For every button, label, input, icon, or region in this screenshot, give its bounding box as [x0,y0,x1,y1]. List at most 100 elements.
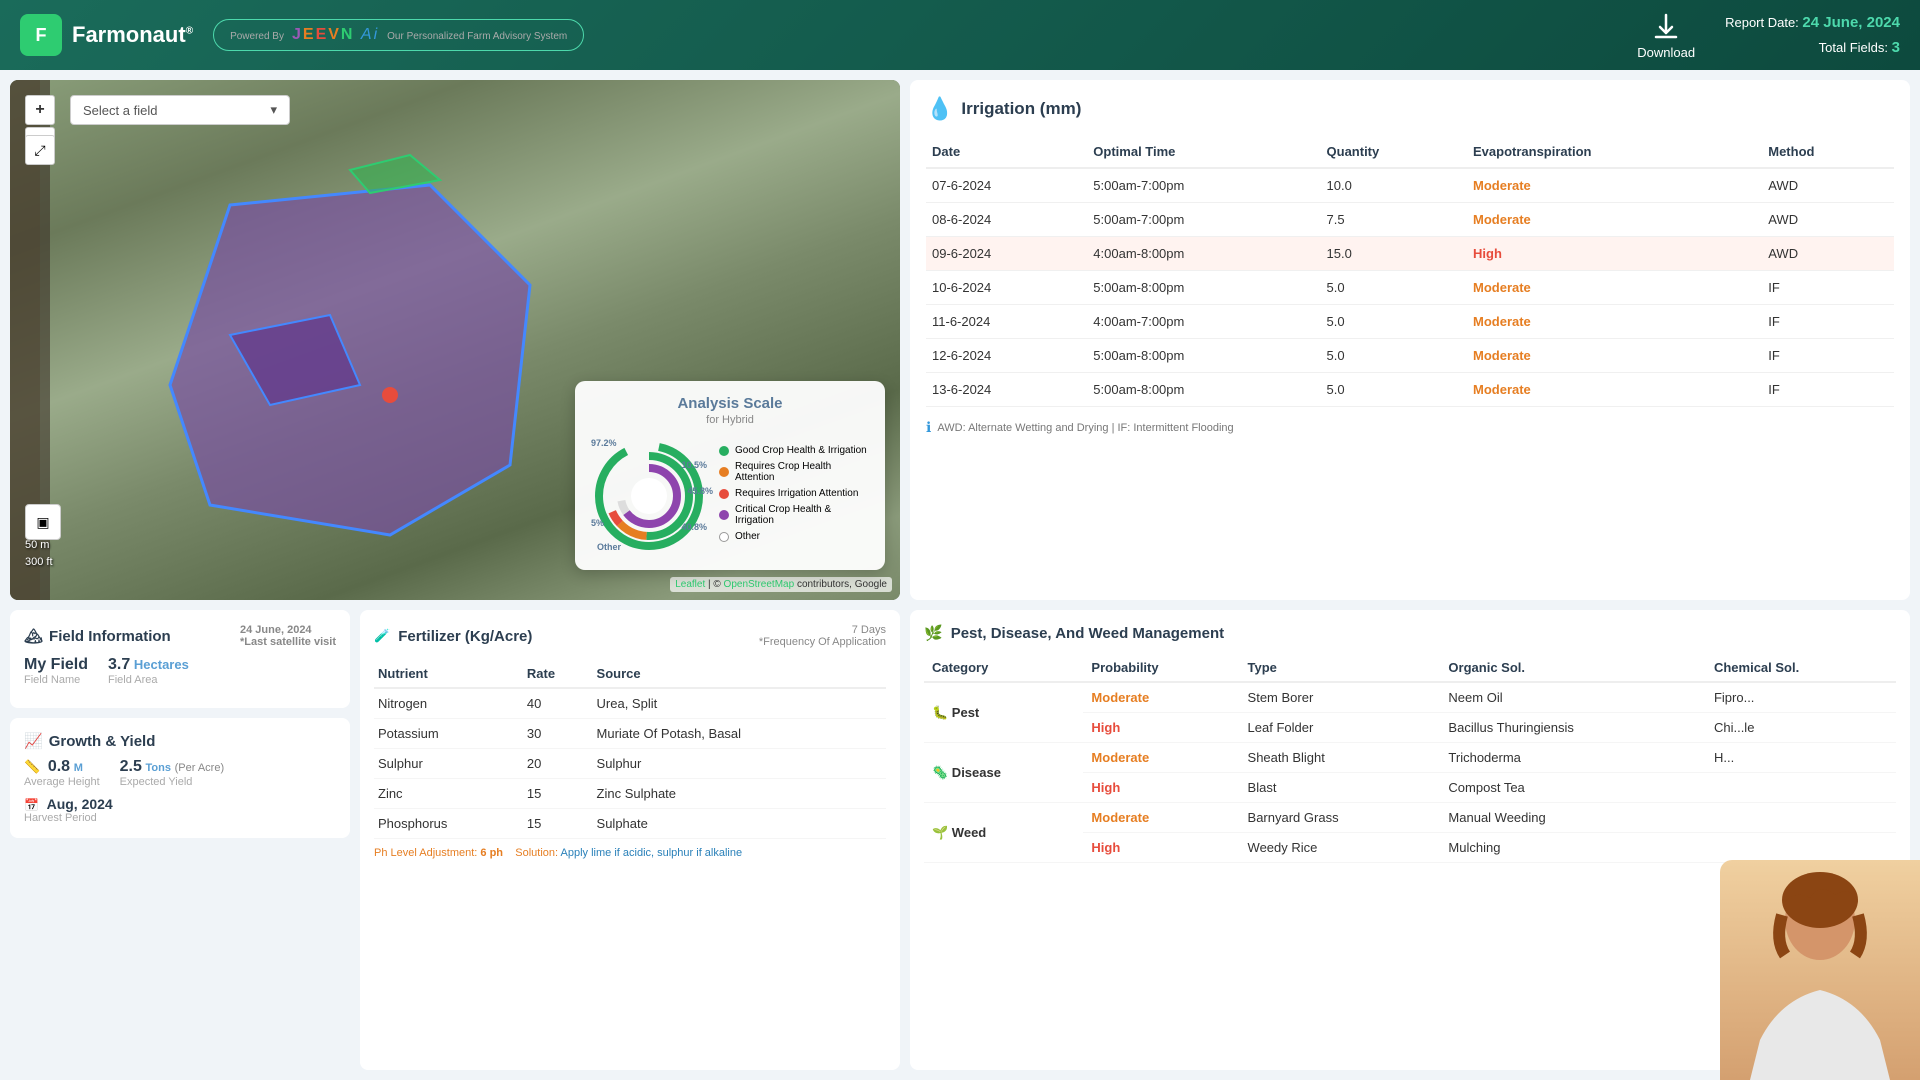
legend-item-irrigation: Requires Irrigation Attention [719,488,871,499]
layers-button[interactable]: ▣ [25,504,61,540]
field-name-sub: Field Name [24,674,88,686]
irr-date: 11-6-2024 [926,305,1087,339]
irr-col-method: Method [1762,136,1894,168]
percent-105: 10.5% [681,460,707,470]
fert-days: 7 Days *Frequency Of Application [759,624,886,648]
irrigation-note: ℹ AWD: Alternate Wetting and Drying | IF… [926,419,1894,436]
pest-type: Sheath Blight [1240,743,1441,773]
fert-source: Sulphur [593,749,886,779]
powered-by-text: Powered By [230,31,284,42]
legend-item-crop-health: Requires Crop Health Attention [719,461,871,483]
avatar-bg [1720,860,1920,1080]
download-button[interactable]: Download [1637,11,1695,60]
report-date-val: 24 June, 2024 [1802,14,1900,31]
zoom-in-button[interactable]: + [25,95,55,125]
analysis-content: 97.2% 10.5% 45.8% 5% Other 40.8% Good Cr… [589,436,871,556]
field-select-dropdown[interactable]: Select a field ▾ [70,95,290,125]
fertilizer-panel: 🧪 Fertilizer (Kg/Acre) 7 Days *Frequency… [360,610,900,1070]
pest-table-body: 🐛 Pest Moderate Stem Borer Neem Oil Fipr… [924,682,1896,863]
fertilizer-table-body: Nitrogen 40 Urea, Split Potassium 30 Mur… [374,688,886,839]
pest-category: 🐛 Pest [924,682,1083,743]
harvest-val: Aug, 2024 [47,796,113,812]
map-container: + − ⤢ ▣ Select a field ▾ 50 m 300 ft Lea… [10,80,900,600]
irr-qty: 7.5 [1321,203,1467,237]
pest-organic: Manual Weeding [1440,803,1706,833]
irr-col-qty: Quantity [1321,136,1467,168]
irr-time: 5:00am-8:00pm [1087,271,1320,305]
yield-item: 2.5 Tons (Per Acre) Expected Yield [120,758,224,788]
irrigation-row: 12-6-2024 5:00am-8:00pm 5.0 Moderate IF [926,339,1894,373]
irrigation-panel: 💧 Irrigation (mm) Date Optimal Time Quan… [910,80,1910,600]
fertilizer-row: Nitrogen 40 Urea, Split [374,688,886,719]
pest-probability: Moderate [1083,803,1239,833]
logo-area: F Farmonaut® [20,14,193,56]
pest-organic: Trichoderma [1440,743,1706,773]
fert-table-header: Nutrient Rate Source [374,660,886,688]
osm-link[interactable]: OpenStreetMap [724,579,795,590]
irr-time: 4:00am-7:00pm [1087,305,1320,339]
fertilizer-row: Sulphur 20 Sulphur [374,749,886,779]
pest-icon: 🌿 [924,624,943,642]
map-attribution: Leaflet | © OpenStreetMap contributors, … [670,577,892,592]
height-unit: M [74,762,83,774]
irr-date: 13-6-2024 [926,373,1087,407]
info-icon: ℹ [926,419,931,436]
pest-chemical: Chi...le [1706,713,1896,743]
irrigation-table: Date Optimal Time Quantity Evapotranspir… [926,136,1894,407]
fertilizer-row: Zinc 15 Zinc Sulphate [374,779,886,809]
growth-icon: 📈 [24,732,43,750]
pest-probability: High [1083,773,1239,803]
legend-item-good: Good Crop Health & Irrigation [719,445,871,456]
other-label-chart: Other [597,542,621,552]
field-area-val: 3.7 [108,656,130,673]
fert-source: Zinc Sulphate [593,779,886,809]
map-background: + − ⤢ ▣ Select a field ▾ 50 m 300 ft Lea… [10,80,900,600]
pest-row: 🐛 Pest Moderate Stem Borer Neem Oil Fipr… [924,682,1896,713]
logo-icon: F [20,14,62,56]
download-label: Download [1637,45,1695,60]
irr-method: AWD [1762,237,1894,271]
leaflet-link[interactable]: Leaflet [675,579,705,590]
fert-solution-link[interactable]: Apply lime if acidic, sulphur if alkalin… [561,847,743,859]
irr-time: 5:00am-8:00pm [1087,373,1320,407]
irr-method: IF [1762,373,1894,407]
irrigation-row: 07-6-2024 5:00am-7:00pm 10.0 Moderate AW… [926,168,1894,203]
field-area-sub: Field Area [108,674,189,686]
pest-table-header: Category Probability Type Organic Sol. C… [924,654,1896,682]
pest-category-icon: 🐛 [932,705,948,720]
pest-row: 🌱 Weed Moderate Barnyard Grass Manual We… [924,803,1896,833]
fert-source: Sulphate [593,809,886,839]
pest-probability: High [1083,713,1239,743]
irr-time: 5:00am-8:00pm [1087,339,1320,373]
fert-rate: 40 [523,688,593,719]
legend-section: Good Crop Health & Irrigation Requires C… [719,445,871,547]
legend-dot-irrigation [719,489,729,499]
legend-item-critical: Critical Crop Health & Irrigation [719,504,871,526]
irr-method: IF [1762,271,1894,305]
fert-nutrient: Potassium [374,719,523,749]
irrigation-row: 11-6-2024 4:00am-7:00pm 5.0 Moderate IF [926,305,1894,339]
yield-per: (Per Acre) [175,762,225,774]
irrigation-panel-title: 💧 Irrigation (mm) [926,96,1894,122]
fullscreen-button[interactable]: ⤢ [25,135,55,165]
harvest-section: 📅 Aug, 2024 Harvest Period [24,796,336,824]
irr-date: 10-6-2024 [926,271,1087,305]
pest-type: Stem Borer [1240,682,1441,713]
field-name-section: My Field Field Name [24,656,88,686]
irr-method: AWD [1762,168,1894,203]
irr-evap: Moderate [1467,271,1762,305]
irr-date: 09-6-2024 [926,237,1087,271]
irr-qty: 10.0 [1321,168,1467,203]
report-date-label: Report Date: [1725,15,1799,30]
pest-chemical [1706,803,1896,833]
fert-rate: 20 [523,749,593,779]
percent-458: 45.8% [687,486,713,496]
irr-evap: High [1467,237,1762,271]
irr-col-time: Optimal Time [1087,136,1320,168]
legend-item-other: Other [719,531,871,542]
pest-organic: Bacillus Thuringiensis [1440,713,1706,743]
pest-panel-title: 🌿 Pest, Disease, And Weed Management [924,624,1896,642]
irrigation-row: 09-6-2024 4:00am-8:00pm 15.0 High AWD [926,237,1894,271]
fertilizer-row: Phosphorus 15 Sulphate [374,809,886,839]
fert-header: 🧪 Fertilizer (Kg/Acre) 7 Days *Frequency… [374,624,886,648]
